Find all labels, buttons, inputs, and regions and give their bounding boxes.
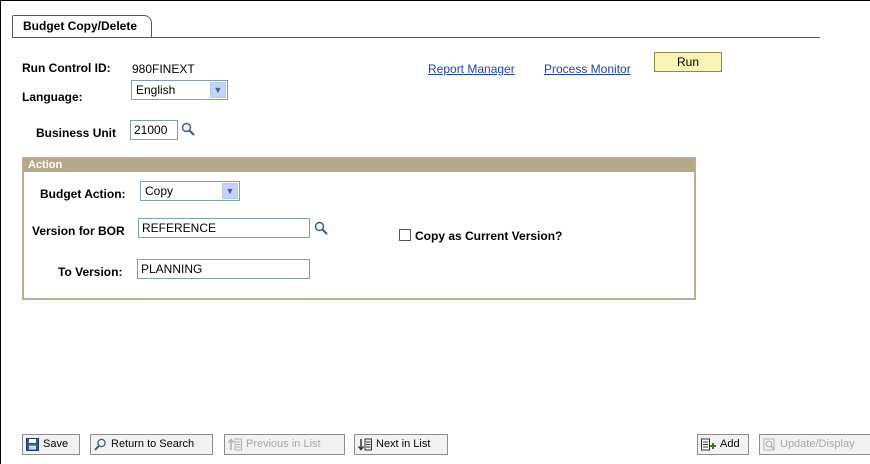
add-label: Add bbox=[720, 438, 740, 450]
save-button[interactable]: Save bbox=[22, 434, 80, 455]
process-monitor-link[interactable]: Process Monitor bbox=[544, 62, 631, 76]
tab-underline bbox=[12, 37, 820, 38]
return-to-search-label: Return to Search bbox=[111, 438, 195, 450]
copy-current-version-checkbox[interactable] bbox=[399, 229, 411, 241]
lookup-icon[interactable] bbox=[181, 122, 195, 136]
update-display-button[interactable]: Update/Display bbox=[759, 434, 870, 455]
save-icon bbox=[26, 437, 39, 451]
budget-action-select[interactable]: Copy ▼ bbox=[140, 181, 240, 201]
add-button[interactable]: Add bbox=[697, 434, 749, 455]
search-icon bbox=[94, 438, 106, 451]
next-in-list-label: Next in List bbox=[376, 438, 431, 450]
version-bor-label: Version for BOR bbox=[32, 224, 125, 238]
language-selected-value: English bbox=[136, 83, 176, 97]
budget-action-selected-value: Copy bbox=[145, 184, 174, 198]
previous-in-list-icon bbox=[228, 438, 242, 451]
chevron-down-icon[interactable]: ▼ bbox=[222, 183, 238, 199]
report-manager-link[interactable]: Report Manager bbox=[428, 62, 515, 76]
run-button[interactable]: Run bbox=[654, 52, 722, 72]
business-unit-label: Business Unit bbox=[36, 126, 117, 140]
lookup-icon[interactable] bbox=[314, 221, 328, 235]
budget-action-label: Budget Action: bbox=[40, 187, 126, 201]
business-unit-input[interactable]: 21000 bbox=[130, 120, 178, 140]
tab-budget-copy-delete[interactable]: Budget Copy/Delete bbox=[12, 15, 153, 37]
save-label: Save bbox=[43, 438, 69, 450]
run-control-label: Run Control ID: bbox=[22, 61, 111, 75]
copy-current-version-label: Copy as Current Version? bbox=[415, 229, 563, 243]
update-display-icon bbox=[763, 438, 776, 451]
add-icon bbox=[701, 438, 716, 451]
version-bor-input[interactable]: REFERENCE bbox=[138, 218, 310, 238]
next-in-list-icon bbox=[358, 438, 372, 451]
previous-in-list-button[interactable]: Previous in List bbox=[224, 434, 345, 455]
action-group-header: Action bbox=[24, 159, 694, 172]
next-in-list-button[interactable]: Next in List bbox=[354, 434, 448, 455]
update-display-label: Update/Display bbox=[780, 438, 855, 450]
to-version-label: To Version: bbox=[58, 265, 123, 279]
previous-in-list-label: Previous in List bbox=[246, 438, 321, 450]
run-control-value: 980FINEXT bbox=[132, 62, 195, 76]
to-version-input[interactable]: PLANNING bbox=[137, 259, 310, 279]
return-to-search-button[interactable]: Return to Search bbox=[90, 434, 213, 455]
chevron-down-icon[interactable]: ▼ bbox=[210, 82, 226, 98]
language-label: Language: bbox=[22, 90, 83, 104]
language-select[interactable]: English ▼ bbox=[131, 80, 228, 100]
